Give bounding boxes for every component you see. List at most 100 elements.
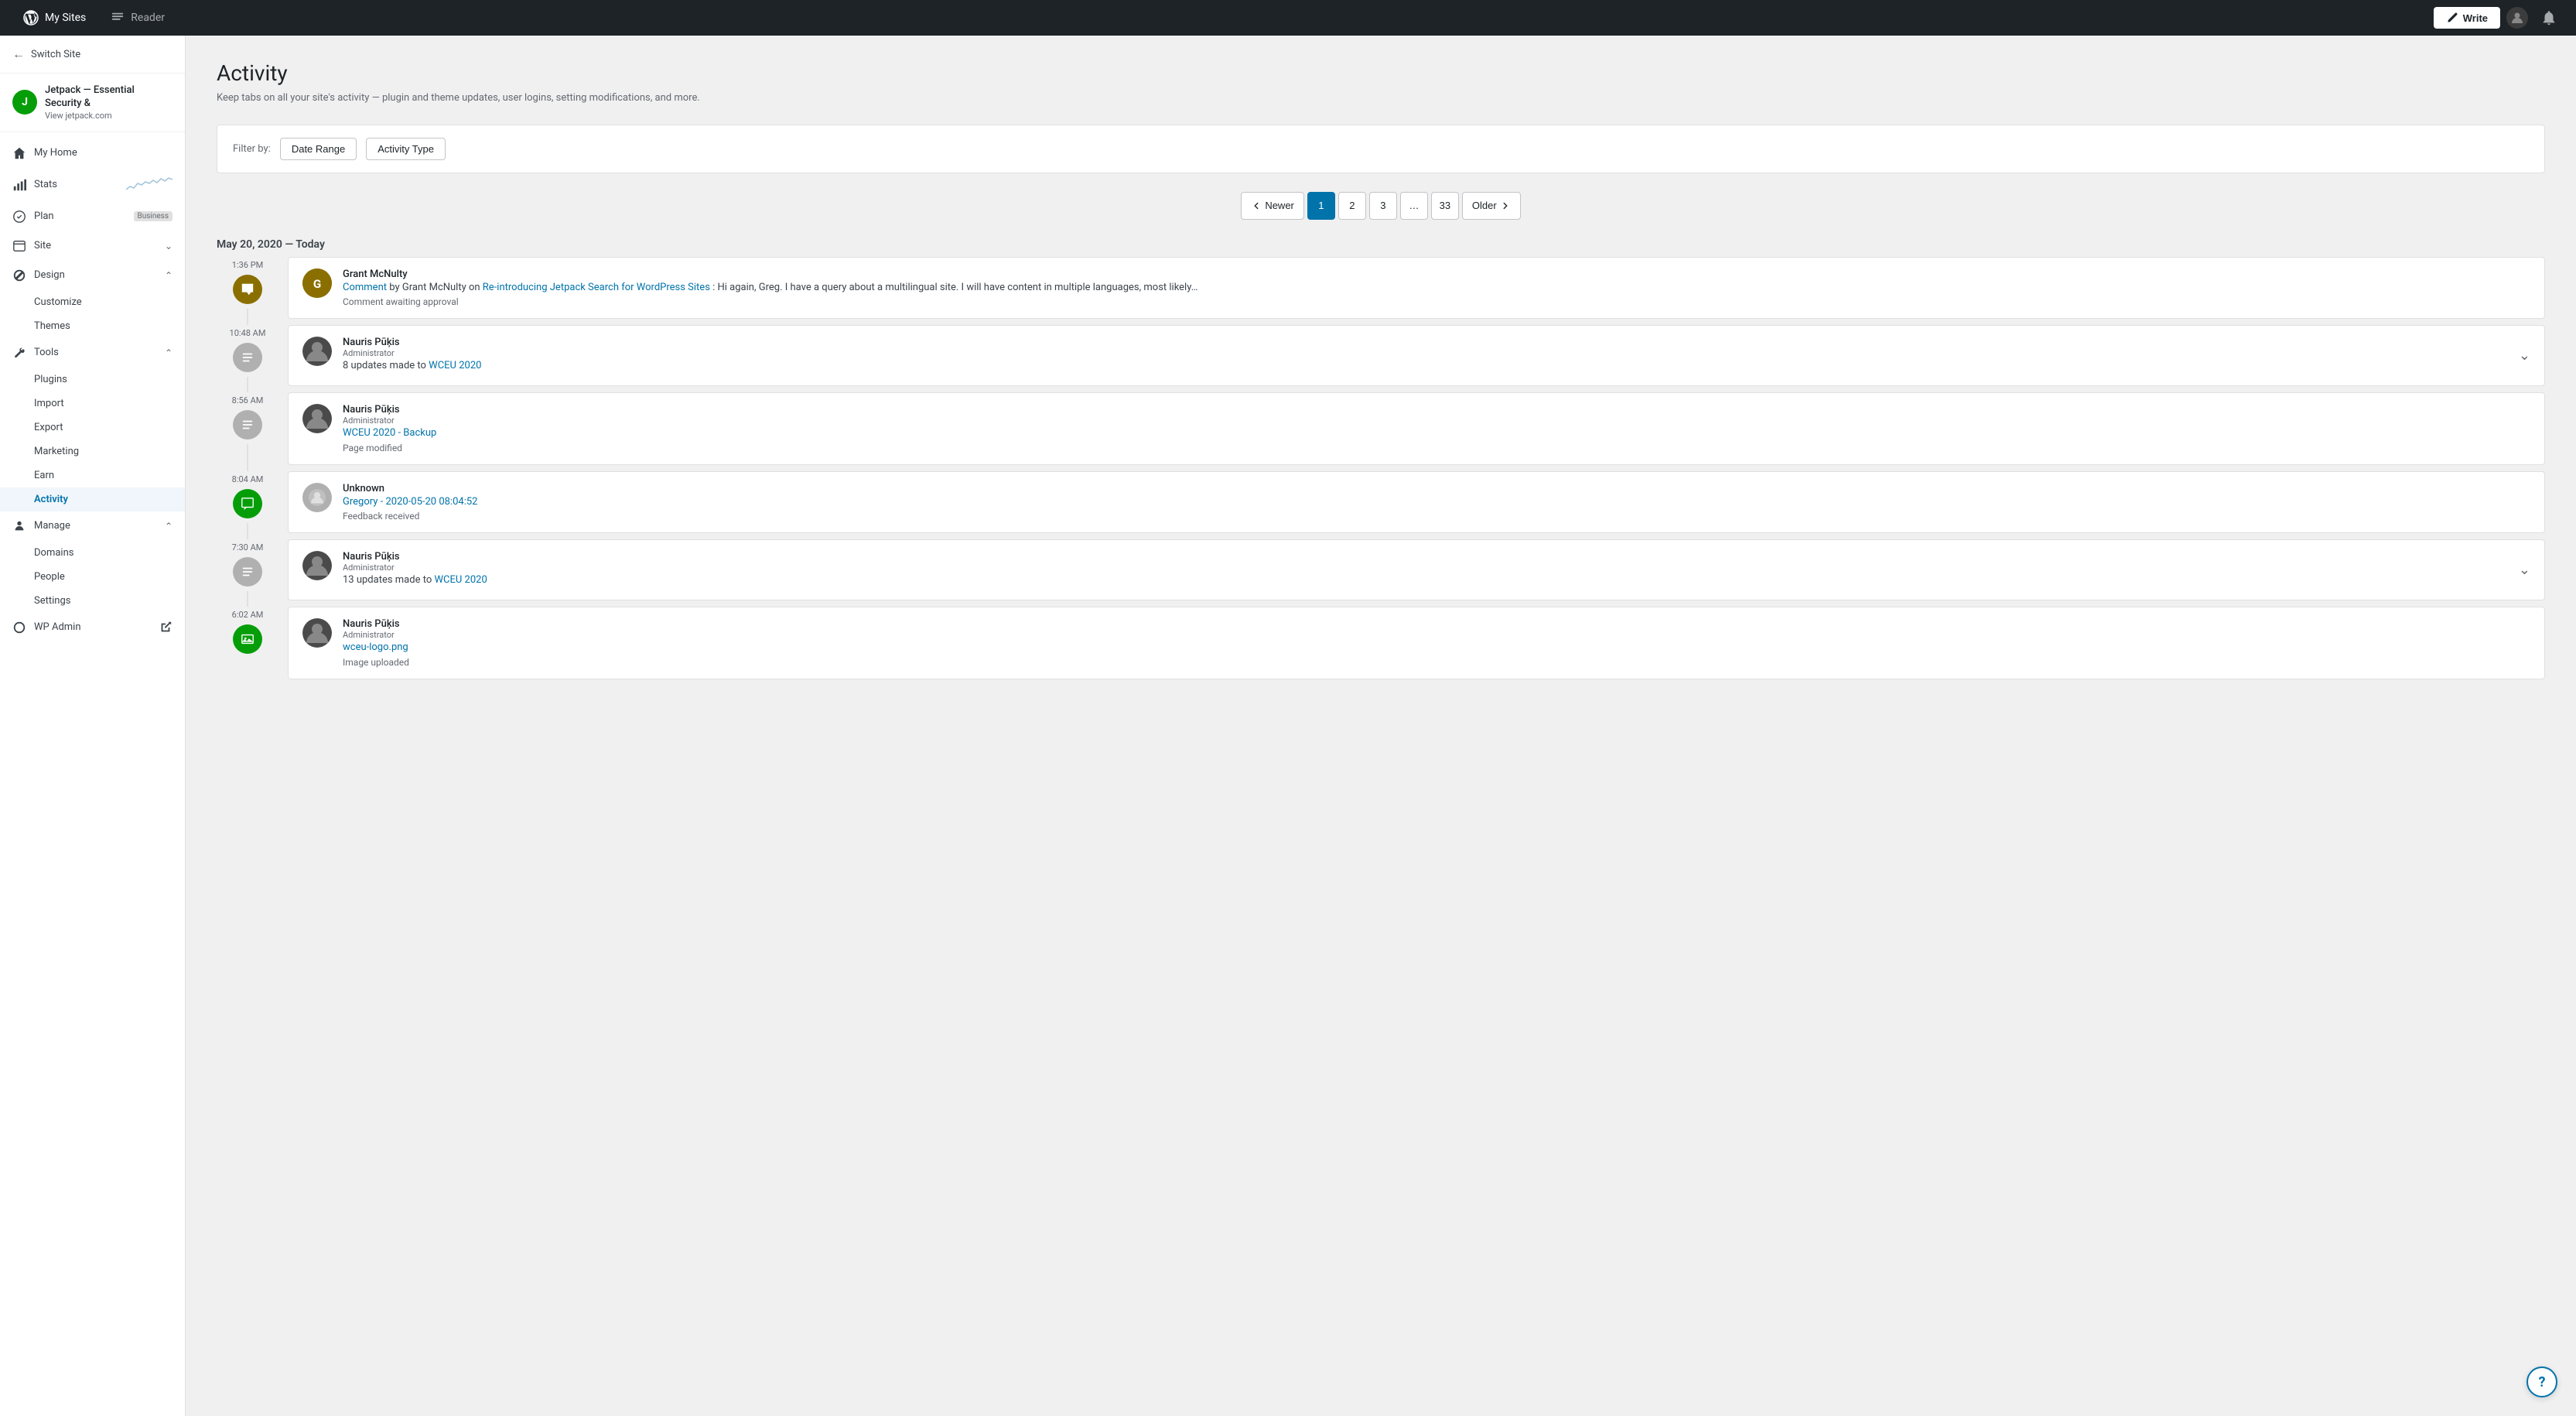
sidebar-item-wp-admin-label: WP Admin (34, 621, 151, 633)
user-avatar-nauris1 (302, 337, 332, 366)
activity-description: WCEU 2020 - Backup (343, 426, 2530, 441)
external-link-icon (159, 621, 173, 634)
sidebar-item-my-home[interactable]: My Home (0, 139, 185, 168)
tools-chevron-icon: ⌃ (165, 347, 173, 358)
timeline-column: 7:30 AM (217, 539, 278, 607)
activity-card: Nauris Pūķis Administrator 8 updates mad… (288, 325, 2545, 386)
activity-user-name: Nauris Pūķis (343, 618, 2530, 630)
older-button[interactable]: Older (1462, 192, 1521, 220)
reader-button[interactable]: Reader (100, 0, 176, 36)
sidebar-item-themes[interactable]: Themes (0, 314, 185, 338)
stats-icon (12, 178, 26, 192)
post-link[interactable]: Re-introducing Jetpack Search for WordPr… (483, 282, 710, 293)
image-icon (233, 624, 262, 654)
design-chevron-icon: ⌃ (165, 270, 173, 281)
user-avatar[interactable] (2506, 7, 2528, 29)
sidebar-item-export[interactable]: Export (0, 416, 185, 440)
timeline-line (247, 309, 248, 326)
activity-type-button[interactable]: Activity Type (366, 138, 446, 160)
activity-meta: Comment awaiting approval (343, 296, 2530, 307)
activity-body: Grant McNulty Comment by Grant McNulty o… (343, 268, 2530, 308)
activity-body: Nauris Pūķis Administrator 8 updates mad… (343, 337, 2508, 374)
activity-item: 6:02 AM Nauris Pūķis (217, 607, 2545, 686)
wceu-link2[interactable]: WCEU 2020 (434, 574, 487, 586)
sidebar-item-manage[interactable]: Manage ⌃ (0, 511, 185, 541)
sidebar-item-plan[interactable]: Plan Business (0, 202, 185, 231)
write-button[interactable]: Write (2434, 7, 2500, 29)
notifications-button[interactable] (2534, 3, 2564, 32)
sidebar-item-import[interactable]: Import (0, 392, 185, 416)
activity-description: 13 updates made to WCEU 2020 (343, 573, 2508, 588)
timeline-column: 10:48 AM (217, 325, 278, 392)
unknown-user-avatar (302, 483, 332, 512)
page-ellipsis: … (1400, 192, 1428, 220)
switch-site-label: Switch Site (31, 49, 80, 60)
sidebar-item-stats[interactable]: Stats (0, 168, 185, 202)
activity-card: Unknown Gregory - 2020-05-20 08:04:52 Fe… (288, 471, 2545, 534)
sidebar-item-plan-label: Plan (34, 210, 126, 222)
site-icon: J (12, 90, 37, 115)
topbar: My Sites Reader Write (0, 0, 2576, 36)
wceu-link1[interactable]: WCEU 2020 (429, 360, 481, 371)
newer-button[interactable]: Newer (1241, 192, 1304, 220)
expand-button2[interactable]: ⌄ (2519, 562, 2530, 578)
site-details: Jetpack — Essential Security & View jetp… (45, 84, 173, 121)
site-chevron-icon: ⌄ (165, 241, 173, 251)
manage-submenu: Domains People Settings (0, 541, 185, 613)
plan-icon (12, 210, 26, 224)
sidebar-item-settings[interactable]: Settings (0, 589, 185, 613)
my-sites-button[interactable]: My Sites (12, 0, 97, 36)
activity-time: 10:48 AM (230, 328, 266, 338)
my-sites-label: My Sites (45, 12, 86, 24)
page-subtitle: Keep tabs on all your site's activity — … (217, 91, 2545, 106)
wordpress-icon (23, 10, 39, 26)
activity-card: Nauris Pūķis Administrator wceu-logo.png… (288, 607, 2545, 679)
site-info: J Jetpack — Essential Security & View je… (0, 74, 185, 132)
topbar-right: Write (2434, 3, 2564, 32)
sidebar-item-tools-label: Tools (34, 347, 157, 358)
sidebar-item-design[interactable]: Design ⌃ (0, 261, 185, 290)
comment-link[interactable]: Comment (343, 282, 387, 293)
manage-icon (12, 519, 26, 533)
sidebar-item-earn[interactable]: Earn (0, 463, 185, 487)
design-submenu: Customize Themes (0, 290, 185, 338)
page-1-button[interactable]: 1 (1307, 192, 1335, 220)
sidebar-item-customize[interactable]: Customize (0, 290, 185, 314)
sidebar-item-people[interactable]: People (0, 565, 185, 589)
activity-meta: Image uploaded (343, 657, 2530, 668)
backup-link[interactable]: WCEU 2020 - Backup (343, 427, 436, 439)
activity-item: 10:48 AM Nauris Pūķi (217, 325, 2545, 392)
date-range-button[interactable]: Date Range (280, 138, 357, 160)
activity-body: Nauris Pūķis Administrator wceu-logo.png… (343, 618, 2530, 668)
activity-body: Nauris Pūķis Administrator 13 updates ma… (343, 551, 2508, 588)
expand-button[interactable]: ⌄ (2519, 347, 2530, 364)
help-button[interactable]: ? (2526, 1366, 2557, 1397)
sidebar-item-domains[interactable]: Domains (0, 541, 185, 565)
switch-site-button[interactable]: ← Switch Site (0, 36, 185, 74)
timeline-column: 1:36 PM (217, 257, 278, 326)
page-3-button[interactable]: 3 (1369, 192, 1397, 220)
sidebar-item-site[interactable]: Site ⌄ (0, 231, 185, 261)
sidebar-item-tools[interactable]: Tools ⌃ (0, 338, 185, 368)
page-33-button[interactable]: 33 (1431, 192, 1459, 220)
filter-label: Filter by: (233, 143, 271, 155)
activity-user-name: Nauris Pūķis (343, 551, 2508, 563)
back-arrow-icon: ← (12, 46, 25, 62)
timeline-line (247, 523, 248, 540)
sidebar-item-marketing[interactable]: Marketing (0, 440, 185, 463)
sidebar-item-wp-admin[interactable]: WP Admin (0, 613, 185, 642)
comment-icon (233, 275, 262, 304)
reader-icon (111, 11, 125, 25)
activity-user-name: Nauris Pūķis (343, 404, 2530, 416)
main-layout: ← Switch Site J Jetpack — Essential Secu… (0, 36, 2576, 1416)
image-link[interactable]: wceu-logo.png (343, 641, 408, 653)
sidebar-item-plugins[interactable]: Plugins (0, 368, 185, 392)
activity-item: 8:04 AM Unknown (217, 471, 2545, 540)
timeline-line (247, 444, 248, 471)
page-2-button[interactable]: 2 (1338, 192, 1366, 220)
older-arrow-icon (1500, 200, 1511, 211)
feedback-link[interactable]: Gregory - 2020-05-20 08:04:52 (343, 496, 477, 508)
plan-badge: Business (134, 211, 173, 221)
sidebar-item-activity[interactable]: Activity (0, 487, 185, 511)
site-icon-nav (12, 239, 26, 253)
